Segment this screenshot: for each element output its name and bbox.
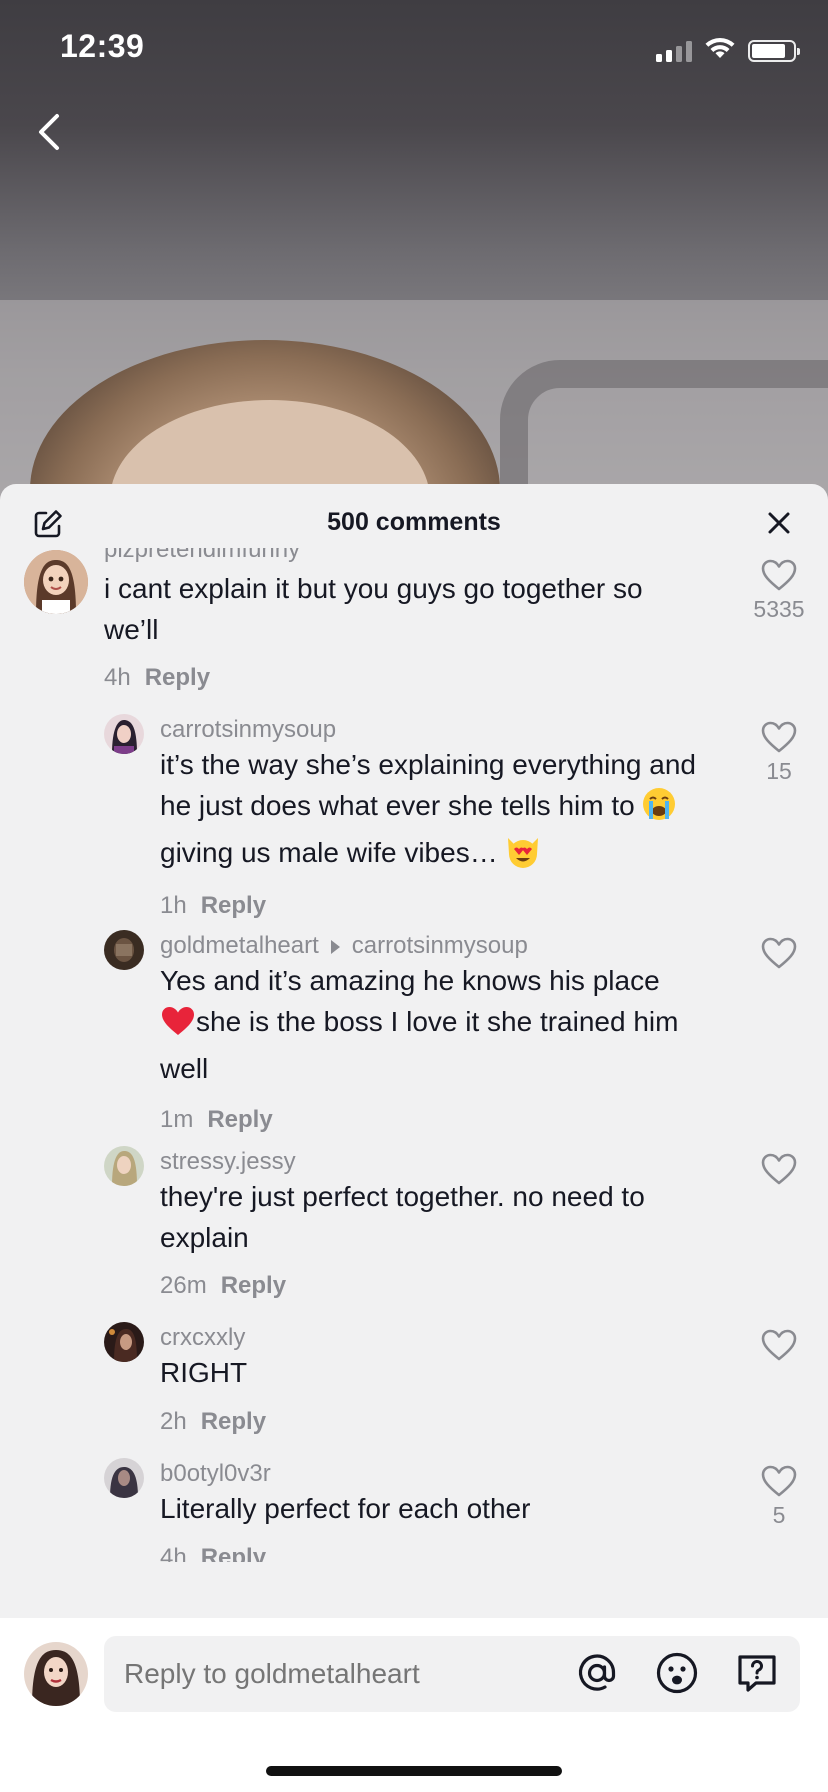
battery-level	[752, 43, 785, 58]
comment-meta: 4h Reply	[104, 664, 210, 692]
close-icon	[768, 512, 790, 534]
close-button[interactable]	[764, 508, 794, 538]
mention-button[interactable]	[574, 1650, 620, 1696]
like-button[interactable]: 15	[749, 720, 809, 785]
reply-arrow-icon	[330, 939, 340, 954]
reply-button[interactable]: Reply	[221, 1272, 286, 1299]
crying-face-emoji-icon	[642, 787, 676, 832]
comment-time: 1h	[160, 892, 187, 919]
comment-username[interactable]: crxcxxly	[160, 1324, 245, 1352]
heart-outline-icon	[761, 1465, 797, 1497]
status-time: 12:39	[60, 28, 145, 64]
comment-text: Yes and it’s amazing he knows his place s…	[160, 960, 730, 1089]
like-button[interactable]: 5	[749, 1464, 809, 1529]
comment-text: i cant explain it but you guys go togeth…	[104, 573, 643, 645]
comments-list[interactable]: plzpretendimfunny i cant explain it but …	[0, 548, 828, 1562]
heart-outline-icon	[761, 937, 797, 969]
like-button[interactable]	[749, 1152, 809, 1186]
comment-time: 1m	[160, 1106, 194, 1133]
back-button[interactable]	[26, 108, 70, 156]
at-sign-icon	[578, 1654, 616, 1691]
battery-icon	[748, 39, 800, 62]
heart-outline-icon	[761, 559, 797, 591]
comment-time: 2h	[160, 1408, 187, 1435]
comment-username[interactable]: plzpretendimfunny	[104, 548, 300, 564]
comment-meta: 2h Reply	[160, 1408, 266, 1436]
comment-text-main: it’s the way she’s explaining everything…	[160, 749, 696, 821]
like-button[interactable]	[749, 936, 809, 970]
reply-button[interactable]: Reply	[201, 1544, 266, 1562]
comment-text: Literally perfect for each other	[160, 1493, 531, 1524]
wifi-icon	[704, 36, 736, 65]
heart-outline-icon	[761, 1329, 797, 1361]
comment-username[interactable]: b0otyl0v3r	[160, 1460, 271, 1488]
like-count: 15	[766, 758, 792, 784]
comments-count-title: 500 comments	[327, 508, 501, 536]
reply-bar	[0, 1618, 828, 1792]
comment-username[interactable]: carrotsinmysoup	[160, 716, 336, 744]
comment-username: goldmetalheart carrotsinmysoup	[160, 932, 528, 960]
red-heart-emoji-icon	[160, 1005, 196, 1048]
cellular-signal-icon	[656, 40, 692, 62]
reply-actions	[574, 1650, 780, 1696]
smiley-face-icon	[656, 1652, 698, 1694]
question-button[interactable]	[734, 1650, 780, 1696]
comment-time: 4h	[104, 664, 131, 691]
comment-time: 4h	[160, 1544, 187, 1562]
comment-meta: 1h Reply	[160, 892, 266, 920]
comment-text: they're just perfect together. no need t…	[160, 1181, 645, 1253]
heart-outline-icon	[761, 1153, 797, 1185]
reply-button[interactable]: Reply	[145, 664, 210, 691]
avatar[interactable]	[104, 930, 144, 970]
avatar[interactable]	[104, 1146, 144, 1186]
heart-outline-icon	[761, 721, 797, 753]
comment-text-continued: giving us male wife vibes…	[160, 837, 498, 868]
reply-button[interactable]: Reply	[207, 1106, 272, 1133]
comment-username[interactable]: stressy.jessy	[160, 1148, 296, 1176]
comments-sheet: 500 comments plzpretendimfunny i cant ex…	[0, 484, 828, 1792]
comment-item: plzpretendimfunny i cant explain it but …	[0, 548, 828, 691]
avatar[interactable]	[104, 714, 144, 754]
comment-text: it’s the way she’s explaining everything…	[160, 744, 730, 879]
like-count: 5335	[753, 596, 805, 622]
background-doorframe	[500, 360, 828, 500]
avatar[interactable]	[104, 1458, 144, 1498]
comment-meta: 1m Reply	[160, 1106, 273, 1134]
reply-to-username[interactable]: carrotsinmysoup	[352, 932, 528, 959]
comment-text-main: Yes and it’s amazing he knows his place	[160, 965, 660, 996]
question-bubble-icon	[738, 1655, 776, 1692]
home-indicator	[266, 1766, 562, 1776]
emoji-button[interactable]	[654, 1650, 700, 1696]
comment-text: RIGHT	[160, 1357, 248, 1388]
chevron-left-icon	[39, 114, 59, 150]
current-user-avatar	[24, 1642, 88, 1706]
heart-eyes-cat-emoji-icon	[505, 834, 541, 879]
like-button[interactable]: 5335	[749, 558, 809, 623]
comment-time: 26m	[160, 1272, 207, 1299]
comment-meta: 4h Reply	[160, 1544, 266, 1562]
comment-meta: 26m Reply	[160, 1272, 286, 1300]
avatar[interactable]	[104, 1322, 144, 1362]
like-count: 5	[772, 1502, 786, 1528]
like-button[interactable]	[749, 1328, 809, 1362]
comment-username-text[interactable]: goldmetalheart	[160, 932, 319, 959]
status-bar: 12:39	[0, 0, 828, 96]
reply-button[interactable]: Reply	[201, 892, 266, 919]
reply-button[interactable]: Reply	[201, 1408, 266, 1435]
avatar[interactable]	[24, 550, 88, 614]
comment-text-continued: she is the boss I love it she trained hi…	[160, 1006, 679, 1084]
status-icons	[656, 36, 800, 65]
